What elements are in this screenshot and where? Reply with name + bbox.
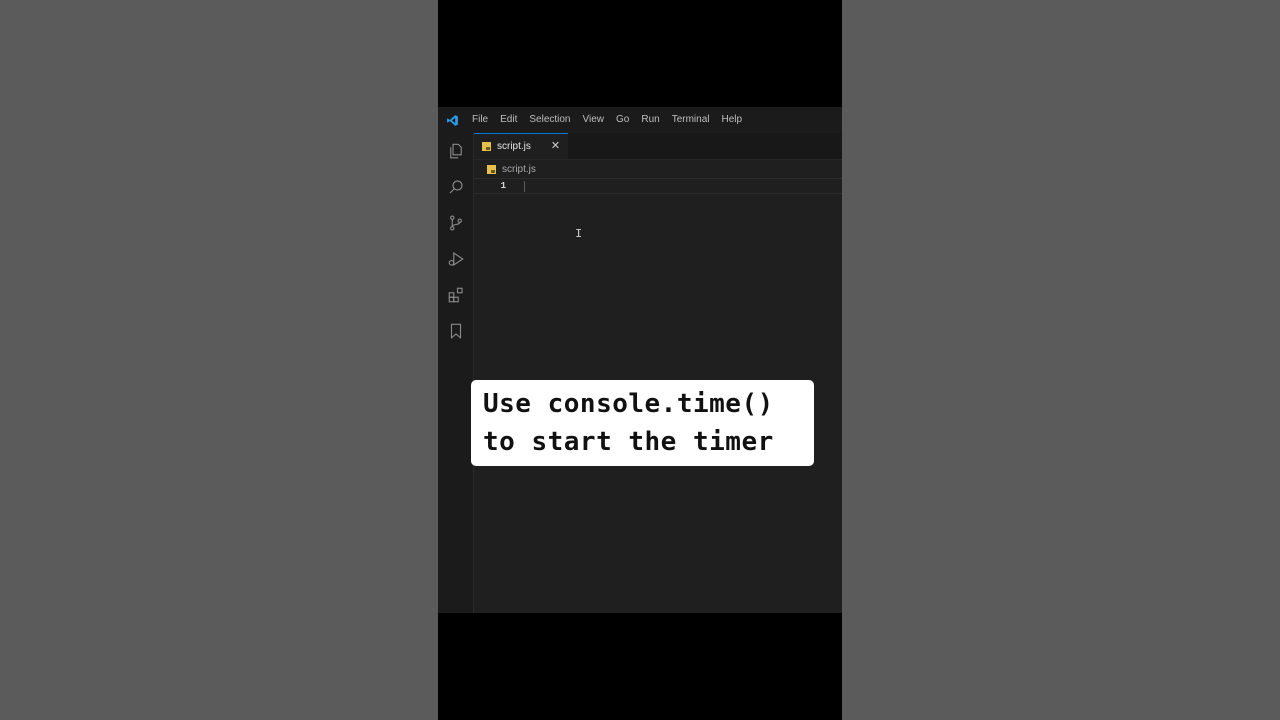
- tab-script-js[interactable]: script.js ✕: [474, 133, 569, 159]
- menu-go[interactable]: Go: [610, 107, 635, 133]
- close-icon[interactable]: ✕: [551, 141, 560, 152]
- tab-label: script.js: [497, 141, 531, 152]
- menu-help[interactable]: Help: [716, 107, 749, 133]
- menu-bar: File Edit Selection View Go Run Terminal…: [466, 107, 748, 133]
- code-line[interactable]: 1: [474, 178, 842, 194]
- left-background: [0, 0, 438, 720]
- caption-line-2: to start the timer: [483, 427, 774, 457]
- right-background: [842, 0, 1280, 720]
- line-number: 1: [500, 181, 506, 191]
- text-caret: [524, 180, 525, 192]
- editor-area: script.js ✕ script.js 1: [474, 133, 842, 613]
- menu-edit[interactable]: Edit: [494, 107, 523, 133]
- menu-terminal[interactable]: Terminal: [666, 107, 716, 133]
- menu-run[interactable]: Run: [635, 107, 665, 133]
- activity-bar: [438, 133, 474, 613]
- extensions-icon[interactable]: [438, 277, 473, 313]
- menu-file[interactable]: File: [466, 107, 494, 133]
- mouse-ibeam-cursor: I: [575, 227, 583, 241]
- run-debug-icon[interactable]: [438, 241, 473, 277]
- bookmark-icon[interactable]: [438, 313, 473, 349]
- caption-line-1: Use console.time(): [483, 389, 774, 419]
- source-control-icon[interactable]: [438, 205, 473, 241]
- code-editor-window: File Edit Selection View Go Run Terminal…: [438, 107, 842, 613]
- menu-view[interactable]: View: [577, 107, 611, 133]
- breadcrumb: script.js: [474, 160, 842, 178]
- caption-box: Use console.time() to start the timer: [471, 380, 814, 466]
- breadcrumb-file[interactable]: script.js: [502, 164, 536, 175]
- search-icon[interactable]: [438, 169, 473, 205]
- javascript-file-icon: [482, 142, 491, 151]
- javascript-file-icon: [487, 164, 496, 174]
- vscode-logo-icon: [438, 107, 466, 133]
- tab-bar: script.js ✕: [474, 133, 842, 160]
- title-bar: File Edit Selection View Go Run Terminal…: [438, 107, 842, 133]
- video-frame: File Edit Selection View Go Run Terminal…: [438, 0, 842, 720]
- explorer-icon[interactable]: [438, 133, 473, 169]
- menu-selection[interactable]: Selection: [523, 107, 576, 133]
